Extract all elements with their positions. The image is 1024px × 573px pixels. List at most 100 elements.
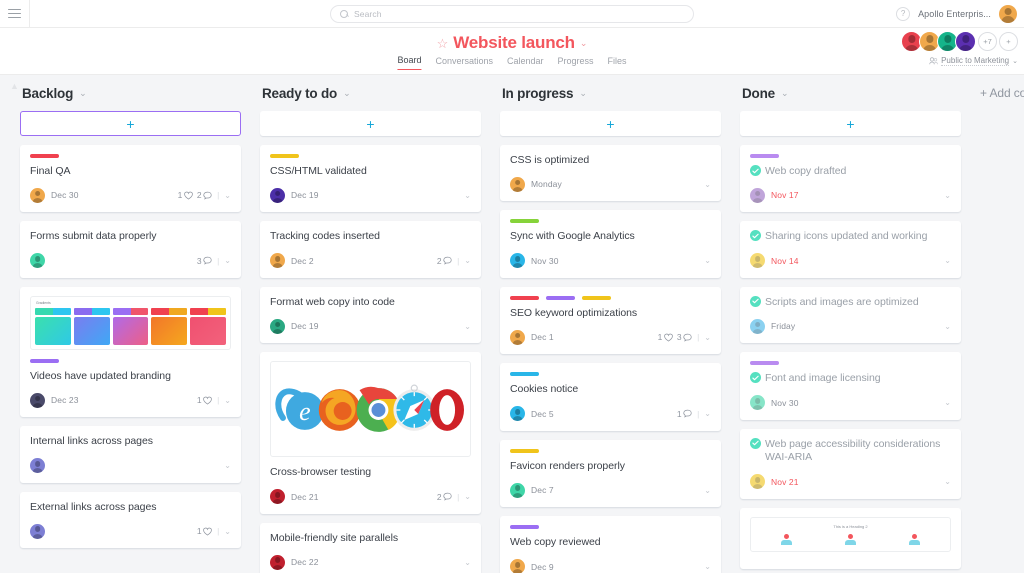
due-date[interactable]: Dec 2	[291, 256, 314, 266]
avatar[interactable]	[270, 187, 285, 203]
board-card[interactable]: SEO keyword optimizations Dec 1 1 3 | ⌄	[500, 286, 721, 355]
avatar[interactable]	[30, 392, 45, 408]
board-card[interactable]: Cookies notice Dec 5 1 | ⌄	[500, 363, 721, 431]
board-card[interactable]: e Cross-browser testing Dec 21 2 | ⌄	[260, 352, 481, 514]
chevron-down-icon[interactable]: ⌄	[343, 88, 351, 99]
avatar[interactable]	[999, 4, 1017, 23]
chevron-down-icon[interactable]: ⌄	[464, 558, 471, 567]
chevron-down-icon[interactable]: ⌄	[944, 256, 951, 265]
avatar[interactable]	[30, 523, 45, 539]
due-date[interactable]: Dec 19	[291, 190, 319, 200]
comment-count[interactable]: 1	[677, 409, 692, 419]
chevron-down-icon[interactable]: ⌄	[224, 191, 231, 200]
add-member-button[interactable]: +	[999, 32, 1018, 51]
chevron-down-icon[interactable]: ⌄	[224, 256, 231, 265]
avatar[interactable]	[510, 176, 525, 192]
like-count[interactable]: 1	[658, 332, 673, 342]
chevron-down-icon[interactable]: ⌄	[464, 191, 471, 200]
hamburger-menu-button[interactable]	[0, 0, 30, 28]
chevron-down-icon[interactable]: ⌄	[224, 396, 231, 405]
due-date[interactable]: Dec 7	[531, 485, 554, 495]
due-date[interactable]: Dec 5	[531, 409, 554, 419]
board-card[interactable]: Web copy reviewed Dec 9 ⌄	[500, 516, 721, 573]
board-card[interactable]: Sharing icons updated and working Nov 14 ⌄	[740, 221, 961, 278]
like-count[interactable]: 1	[197, 395, 212, 405]
board-card[interactable]: Sync with Google Analytics Nov 30 ⌄	[500, 210, 721, 278]
due-date[interactable]: Dec 23	[51, 395, 79, 405]
board-card[interactable]: Gradients Videos have updated branding Dec…	[20, 286, 241, 418]
avatar[interactable]	[510, 329, 525, 345]
board-card[interactable]: Final QA Dec 30 1 2 | ⌄	[20, 145, 241, 213]
avatar[interactable]	[750, 318, 765, 334]
avatar[interactable]	[270, 253, 285, 269]
chevron-down-icon[interactable]: ⌄	[464, 256, 471, 265]
avatar[interactable]	[270, 318, 285, 334]
comment-count[interactable]: 2	[437, 256, 452, 266]
check-circle-icon[interactable]	[750, 230, 761, 242]
add-card-button[interactable]: +	[500, 111, 721, 136]
chevron-down-icon[interactable]: ⌄	[704, 562, 711, 571]
check-circle-icon[interactable]	[750, 165, 761, 176]
chevron-down-icon[interactable]: ⌄	[224, 527, 231, 536]
avatar[interactable]	[270, 489, 285, 505]
check-circle-icon[interactable]	[750, 372, 761, 384]
chevron-down-icon[interactable]: ⌄	[781, 88, 789, 99]
due-date[interactable]: Dec 21	[291, 492, 319, 502]
chevron-down-icon[interactable]: ⌄	[704, 256, 711, 265]
chevron-down-icon[interactable]: ⌄	[944, 322, 951, 331]
avatar[interactable]	[750, 474, 765, 490]
board-card[interactable]: Tracking codes inserted Dec 2 2 | ⌄	[260, 221, 481, 278]
board-card[interactable]: Internal links across pages ⌄	[20, 426, 241, 483]
chevron-down-icon[interactable]: ⌄	[704, 180, 711, 189]
due-date[interactable]: Nov 17	[771, 190, 799, 200]
add-card-button[interactable]: +	[260, 111, 481, 136]
board-card[interactable]: Font and image licensing Nov 30 ⌄	[740, 352, 961, 420]
add-card-button[interactable]: +	[740, 111, 961, 136]
chevron-down-icon[interactable]: ⌄	[79, 88, 87, 99]
tab-conversations[interactable]: Conversations	[435, 56, 493, 70]
avatar[interactable]	[750, 253, 765, 269]
like-count[interactable]: 1	[178, 190, 193, 200]
add-card-button[interactable]: +	[20, 111, 241, 136]
due-date[interactable]: Dec 22	[291, 557, 319, 567]
star-outline-icon[interactable]: ☆	[437, 37, 449, 50]
due-date[interactable]: Dec 19	[291, 321, 319, 331]
board-card[interactable]: Web copy drafted Nov 17 ⌄	[740, 145, 961, 213]
due-date[interactable]: Friday	[771, 321, 795, 331]
due-date[interactable]: Dec 30	[51, 190, 79, 200]
chevron-down-icon[interactable]: ⌄	[944, 398, 951, 407]
avatar[interactable]	[510, 253, 525, 269]
board-card[interactable]: CSS/HTML validated Dec 19 ⌄	[260, 145, 481, 213]
avatar[interactable]	[750, 395, 765, 411]
tab-calendar[interactable]: Calendar	[507, 56, 544, 70]
chevron-down-icon[interactable]: ⌄	[944, 191, 951, 200]
org-name[interactable]: Apollo Enterpris...	[918, 9, 991, 19]
check-circle-icon[interactable]	[750, 437, 761, 449]
help-icon[interactable]: ?	[896, 6, 911, 21]
check-circle-icon[interactable]	[750, 295, 761, 307]
comment-count[interactable]: 3	[197, 256, 212, 266]
board-card[interactable]: Mobile-friendly site parallels Dec 22 ⌄	[260, 522, 481, 573]
due-date[interactable]: Nov 30	[771, 398, 799, 408]
chevron-down-icon[interactable]: ⌄	[704, 486, 711, 495]
member-overflow-count[interactable]: +7	[978, 32, 997, 51]
board-card[interactable]: CSS is optimized Monday ⌄	[500, 145, 721, 202]
avatar[interactable]	[30, 253, 45, 269]
tab-progress[interactable]: Progress	[558, 56, 594, 70]
chevron-down-icon[interactable]: ⌄	[704, 409, 711, 418]
avatar[interactable]	[270, 554, 285, 570]
comment-count[interactable]: 2	[437, 492, 452, 502]
chevron-down-icon[interactable]: ⌄	[579, 88, 587, 99]
comment-count[interactable]: 2	[197, 190, 212, 200]
board-card[interactable]: Scripts and images are optimized Friday ⌄	[740, 286, 961, 344]
due-date[interactable]: Nov 14	[771, 256, 799, 266]
comment-count[interactable]: 3	[677, 332, 692, 342]
chevron-down-icon[interactable]: ⌄	[464, 322, 471, 331]
tab-files[interactable]: Files	[608, 56, 627, 70]
chevron-down-icon[interactable]: ⌄	[464, 492, 471, 501]
due-date[interactable]: Nov 21	[771, 477, 799, 487]
avatar[interactable]	[30, 458, 45, 474]
due-date[interactable]: Monday	[531, 179, 562, 189]
due-date[interactable]: Dec 9	[531, 562, 554, 572]
board-card[interactable]: Favicon renders properly Dec 7 ⌄	[500, 439, 721, 508]
